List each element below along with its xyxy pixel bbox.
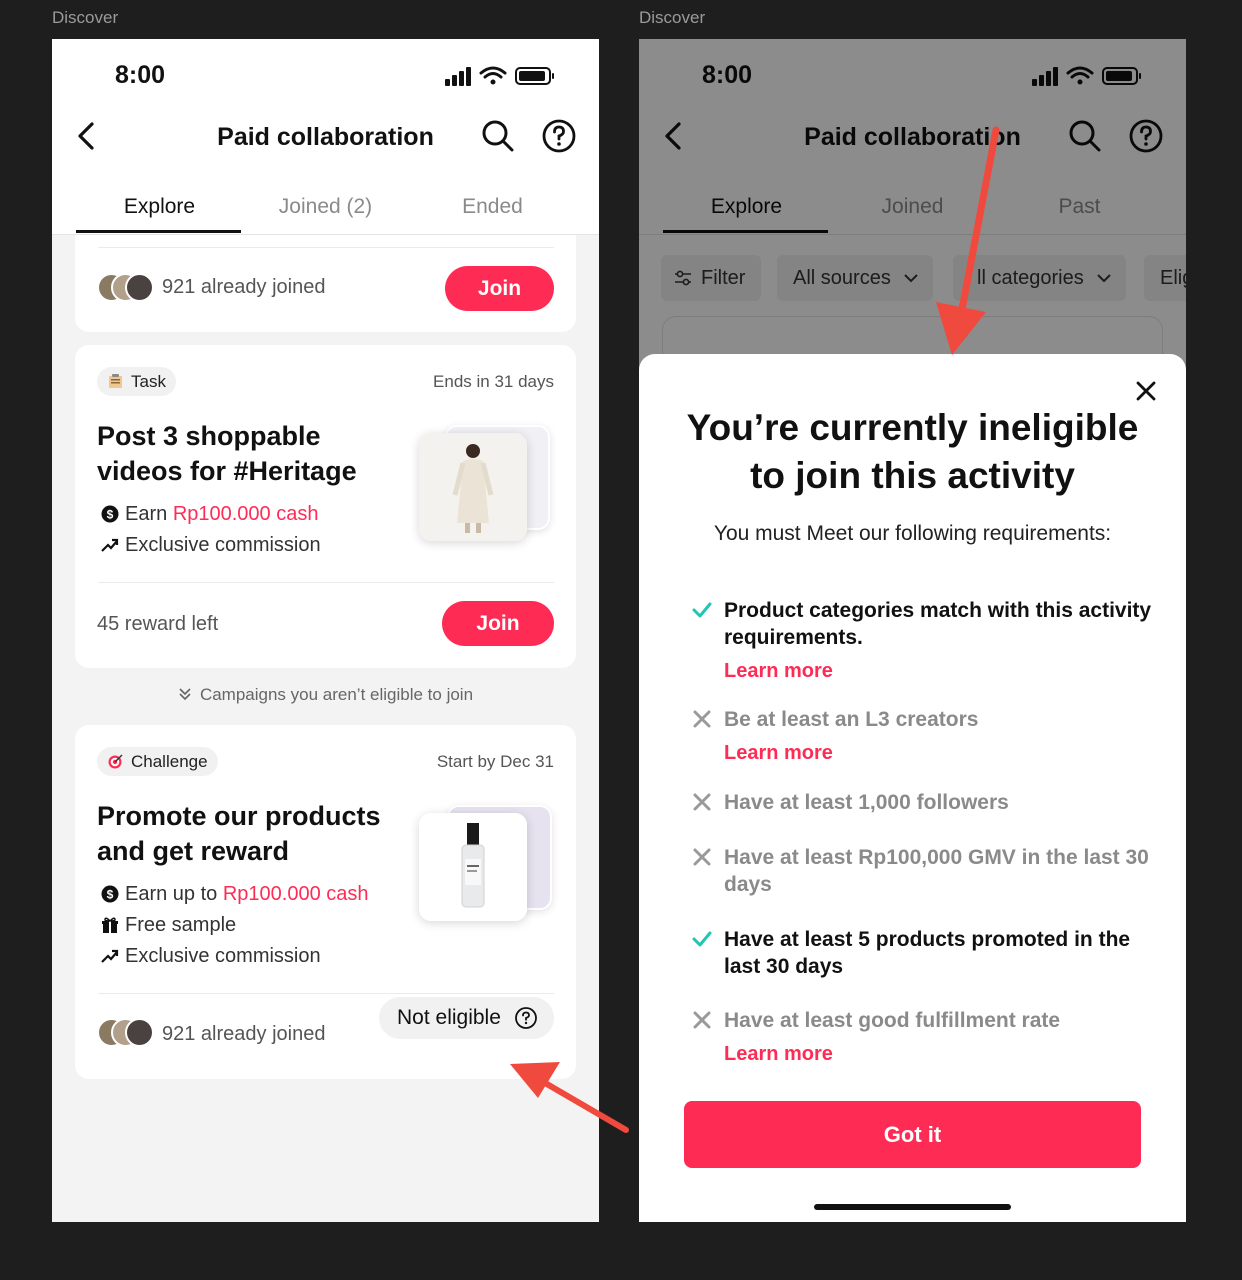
x-mark-icon [693, 793, 711, 811]
search-icon[interactable] [480, 118, 516, 154]
section-note-text: Campaigns you aren’t eligible to join [199, 685, 474, 704]
requirement-text: Be at least an L3 creators [724, 708, 979, 731]
joined-count: 921 already joined [162, 1023, 326, 1045]
button-label: Not eligible [397, 1006, 501, 1029]
learn-more-link[interactable]: Learn more [724, 742, 833, 765]
clipboard-icon [109, 374, 122, 388]
ineligible-section-header: Campaigns you aren’t eligible to join [52, 685, 599, 705]
gift-icon [102, 917, 118, 933]
x-mark-icon [693, 710, 711, 728]
dress-image [419, 433, 527, 541]
close-icon[interactable] [1134, 379, 1158, 403]
perk-text: Exclusive commission [125, 945, 321, 967]
x-mark-icon [693, 848, 711, 866]
sheet-subtitle: You must Meet our following requirements… [713, 522, 1112, 545]
tab-bar: Explore Joined (2) Ended [52, 187, 599, 235]
challenge-tag: Challenge [97, 747, 218, 776]
start-date-text: Start by Dec 31 [436, 752, 554, 771]
avatar [125, 1018, 154, 1047]
home-indicator [814, 1204, 1011, 1210]
help-icon[interactable] [541, 118, 577, 154]
learn-more-link[interactable]: Learn more [724, 660, 833, 683]
double-chevron-down-icon [179, 688, 191, 701]
join-button[interactable]: Join [445, 266, 554, 311]
page-title: Paid collaboration [217, 123, 434, 151]
joined-count: 921 already joined [162, 276, 326, 298]
battery-icon [515, 67, 554, 85]
status-icons [445, 66, 554, 86]
serum-bottle-image [419, 813, 527, 921]
svg-text:$: $ [107, 508, 114, 522]
task-tag: Task [97, 367, 176, 396]
wifi-icon [479, 66, 507, 85]
not-eligible-button[interactable]: Not eligible [379, 997, 554, 1039]
product-image [419, 813, 527, 921]
header: 8:00 Paid collaboration Explore Joined (… [52, 39, 599, 235]
ineligible-bottom-sheet: You’re currently ineligible to join this… [639, 354, 1186, 1222]
trend-up-icon [101, 538, 119, 552]
requirement-text: Product categories match with this activ… [724, 599, 1152, 649]
product-image [419, 433, 527, 541]
phone-screen-right: 8:00 Paid collaboration Explore Joined P… [639, 39, 1186, 1222]
perk-amount: Rp100.000 cash [172, 503, 319, 525]
perk-text: Free sample [125, 914, 237, 936]
trend-up-icon [101, 949, 119, 963]
perk-text: Exclusive commission [125, 534, 321, 556]
target-icon [108, 754, 123, 769]
perk-prefix: Earn up to [125, 883, 223, 905]
avatar-group [97, 273, 157, 303]
dollar-coin-icon: $ [101, 505, 119, 523]
reward-left: 45 reward left [97, 613, 219, 635]
frame-label-right: Discover [639, 8, 706, 27]
campaign-title: Promote our products and get reward [97, 801, 381, 866]
question-circle-icon [515, 1007, 537, 1029]
learn-more-link[interactable]: Learn more [724, 1043, 833, 1066]
phone-screen-left: 8:00 Paid collaboration Explore Joined (… [52, 39, 599, 1222]
tag-label: Task [131, 372, 166, 391]
requirement-text: Have at least 5 products promoted in the… [724, 928, 1131, 978]
frame-label-left: Discover [52, 8, 119, 27]
campaign-title: Post 3 shoppable videos for #Heritage [97, 421, 357, 486]
divider [98, 582, 554, 583]
tab-explore[interactable]: Explore [76, 195, 243, 219]
requirement-text: Have at least good fulfillment rate [724, 1009, 1061, 1032]
tab-ended[interactable]: Ended [409, 195, 576, 219]
avatar [125, 273, 154, 302]
deadline-text: Ends in 31 days [433, 372, 554, 391]
requirement-text: Have at least 1,000 followers [724, 791, 1009, 814]
tab-joined[interactable]: Joined (2) [242, 195, 409, 219]
active-tab-indicator [76, 230, 241, 233]
check-icon [692, 931, 712, 947]
signal-icon [445, 67, 471, 86]
divider [98, 993, 554, 994]
dollar-coin-icon: $ [101, 885, 119, 903]
got-it-button[interactable]: Got it [684, 1101, 1141, 1168]
check-icon [692, 602, 712, 618]
sheet-title: You’re currently ineligible to join this… [686, 407, 1139, 496]
tag-label: Challenge [131, 752, 208, 771]
x-mark-icon [693, 1011, 711, 1029]
divider [98, 247, 554, 248]
svg-text:$: $ [107, 888, 114, 902]
avatar-group [97, 1018, 157, 1048]
campaign-card[interactable]: 921 already joined Join [75, 235, 576, 332]
perk-amount: Rp100.000 cash [222, 883, 369, 905]
join-button[interactable]: Join [442, 601, 554, 646]
status-time: 8:00 [115, 61, 166, 89]
perk-prefix: Earn [125, 503, 173, 525]
campaign-card-challenge[interactable]: Challenge Start by Dec 31 Promote our pr… [75, 725, 576, 1079]
requirement-text: Have at least Rp100,000 GMV in the last … [724, 846, 1149, 896]
campaign-card-task[interactable]: Task Ends in 31 days Post 3 shoppable vi… [75, 345, 576, 668]
